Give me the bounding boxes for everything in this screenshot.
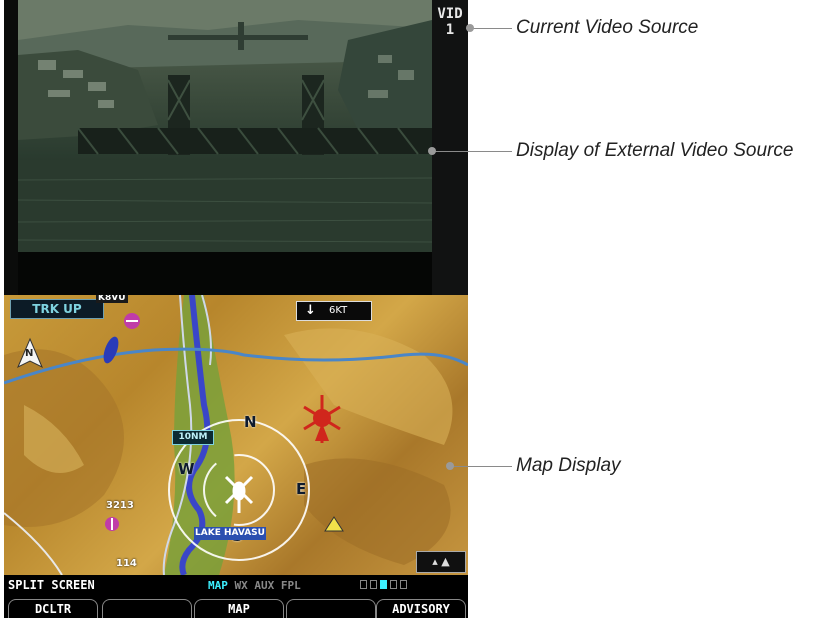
lake-label: LAKE HAVASU (194, 527, 266, 540)
callout-line-map-display (452, 466, 512, 467)
video-left-bezel (4, 0, 18, 295)
softkey-blank-4[interactable] (286, 599, 376, 618)
status-bar: SPLIT SCREEN MAP WX AUX FPL (4, 575, 468, 595)
device-screen: VID 1 TRK UP K8VU N ↓ 6KT 10NM N E W 321… (4, 0, 468, 618)
video-source-indicator: VID 1 (434, 6, 466, 38)
callout-map-display: Map Display (516, 455, 621, 476)
video-letterbox-band (18, 252, 432, 295)
softkey-map[interactable]: MAP (194, 599, 284, 618)
page-wx: WX (234, 579, 248, 592)
video-source-label: VID (437, 6, 463, 22)
page-dot (390, 580, 397, 589)
callout-current-video-source: Current Video Source (516, 17, 699, 38)
page-group-list: MAP WX AUX FPL (208, 579, 301, 592)
route-number-label: 114 (116, 558, 137, 569)
callout-line-external-video (434, 151, 512, 152)
callout-dot-map-display (446, 462, 454, 470)
compass-east: E (296, 480, 307, 498)
airport-small-icon (105, 517, 119, 531)
softkey-blank-2[interactable] (102, 599, 192, 618)
callout-dot-external-video (428, 147, 436, 155)
compass-west: W (178, 460, 195, 478)
video-source-number: 1 (445, 22, 455, 38)
page-dot (360, 580, 367, 589)
page-aux: AUX (254, 579, 275, 592)
callout-external-video: Display of External Video Source (516, 140, 794, 161)
terrain-toggle-button[interactable]: ▴ ▲ (416, 551, 466, 573)
orientation-button[interactable]: TRK UP (10, 299, 104, 319)
video-right-bezel (432, 0, 468, 295)
softkey-dcltr[interactable]: DCLTR (8, 599, 98, 618)
page-fpl: FPL (280, 579, 301, 592)
tower-icon: ▴ ▲ (432, 555, 450, 568)
split-screen-label: SPLIT SCREEN (8, 578, 95, 592)
page-dot-active (380, 580, 387, 589)
airport-label: K8VU (96, 295, 128, 303)
map-range-label[interactable]: 10NM (172, 430, 214, 445)
softkey-bar: DCLTR MAP ADVISORY (4, 595, 468, 618)
external-video-feed (18, 0, 432, 252)
north-indicator-label: N (25, 348, 34, 359)
wind-arrow-icon: ↓ (305, 303, 316, 318)
video-panel: VID 1 (4, 0, 468, 295)
softkey-advisory[interactable]: ADVISORY (376, 599, 466, 618)
bridge-video-image (18, 0, 432, 252)
page-dot (370, 580, 377, 589)
callout-dot-video-source (466, 24, 474, 32)
compass-north: N (244, 413, 257, 431)
page-dot (400, 580, 407, 589)
page-map: MAP (208, 579, 228, 592)
wind-speed: 6KT (329, 305, 348, 316)
airport-icon (124, 313, 140, 329)
page-indicator-dots (360, 580, 407, 589)
elevation-label: 3213 (106, 500, 134, 511)
wind-indicator: ↓ 6KT (296, 301, 372, 321)
map-panel[interactable]: TRK UP K8VU N ↓ 6KT 10NM N E S W 3213 LA… (4, 295, 468, 575)
